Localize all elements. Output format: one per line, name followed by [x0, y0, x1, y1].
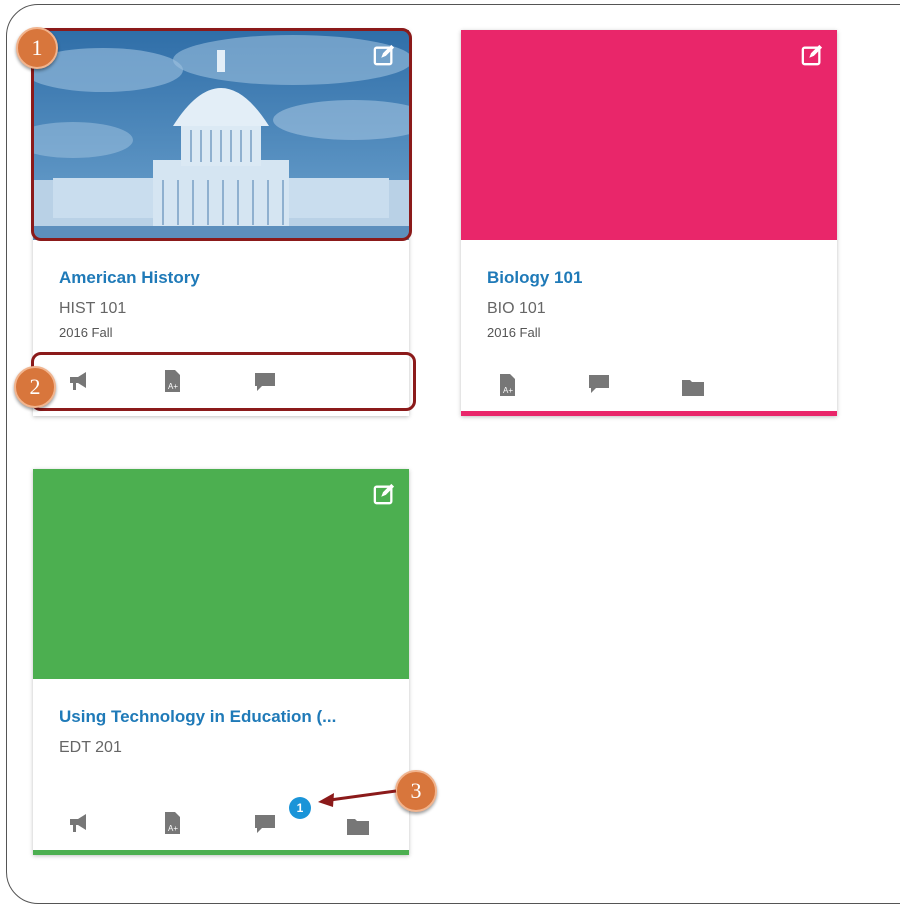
callout-arrow: [318, 789, 397, 807]
